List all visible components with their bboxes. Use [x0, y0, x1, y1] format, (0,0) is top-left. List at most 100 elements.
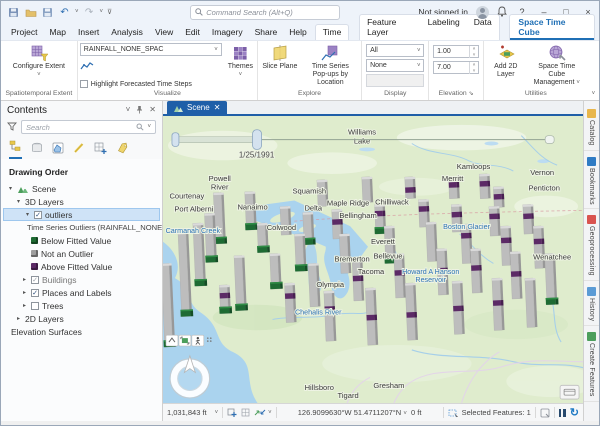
- tab-data-source[interactable]: [31, 142, 43, 159]
- dock-tab-geoprocessing[interactable]: Geoprocessing: [584, 211, 599, 281]
- expander-icon[interactable]: ▸: [21, 276, 28, 283]
- spacetime-bar[interactable]: [284, 283, 296, 323]
- undo-dropdown-icon[interactable]: ˅: [75, 9, 79, 15]
- places-checkbox[interactable]: ✓: [31, 289, 39, 297]
- spacetime-bar[interactable]: [470, 248, 482, 293]
- coordinates-readout[interactable]: 126.9099630°W 51.4711207°N ˅ 0 ft: [281, 408, 439, 417]
- tab-space-time-cube[interactable]: Space Time Cube: [509, 14, 595, 40]
- spacetime-bar[interactable]: [523, 204, 535, 234]
- display-combo-none[interactable]: None˅: [366, 59, 424, 72]
- redo-dropdown-icon[interactable]: ˅: [100, 9, 104, 15]
- ribbon-collapse-icon[interactable]: ˅: [592, 91, 596, 97]
- tab-snapping[interactable]: [94, 142, 107, 159]
- save-icon[interactable]: [7, 6, 20, 19]
- refresh-icon[interactable]: ↻: [570, 406, 579, 419]
- expander-icon[interactable]: ▸: [21, 289, 28, 296]
- highlight-forecasted-checkbox[interactable]: Highlight Forecasted Time Steps: [80, 80, 222, 88]
- search-options-chevron-icon[interactable]: ˅: [147, 124, 151, 130]
- filter-icon[interactable]: [7, 122, 17, 133]
- tab-selection[interactable]: [52, 142, 64, 159]
- contents-search-input[interactable]: Search ˅: [21, 120, 156, 134]
- menu-tab-view[interactable]: View: [149, 25, 179, 40]
- menu-tab-share[interactable]: Share: [249, 25, 284, 40]
- menu-tab-analysis[interactable]: Analysis: [105, 25, 149, 40]
- expander-icon[interactable]: ▸: [15, 315, 22, 322]
- stc-management-button[interactable]: Space Time Cube Management ˅: [528, 43, 586, 88]
- dialog-launcher-icon[interactable]: ⇘: [469, 91, 474, 97]
- menu-tab-imagery[interactable]: Imagery: [206, 25, 249, 40]
- spacetime-bar[interactable]: [479, 174, 490, 199]
- scene-tab-close-icon[interactable]: ✕: [214, 103, 221, 112]
- attributes-icon[interactable]: [540, 408, 550, 418]
- scene-view[interactable]: WilliamsLakeKamloopsMerrittVernonPentict…: [163, 116, 583, 403]
- buildings-checkbox[interactable]: ✓: [31, 276, 39, 284]
- tree-item-outliers[interactable]: ▾ ✓ outliers: [3, 208, 160, 221]
- map-canvas[interactable]: WilliamsLakeKamloopsMerrittVernonPentict…: [163, 116, 583, 403]
- spacetime-bar[interactable]: [489, 206, 501, 236]
- spacetime-bar[interactable]: [533, 226, 545, 269]
- undo-icon[interactable]: ↶: [58, 6, 71, 19]
- redo-icon[interactable]: ↷: [83, 6, 96, 19]
- dock-tab-create-features[interactable]: Create Features: [584, 328, 599, 402]
- dock-tab-bookmarks[interactable]: Bookmarks: [584, 153, 599, 210]
- themes-button[interactable]: Themes˅: [226, 43, 255, 80]
- tree-item-3d-layers[interactable]: ▾ 3D Layers: [1, 195, 162, 208]
- spacetime-bar[interactable]: [352, 258, 364, 301]
- panel-close-icon[interactable]: ✕: [149, 105, 156, 116]
- trees-checkbox[interactable]: [31, 302, 39, 310]
- add-bookmark-icon[interactable]: [227, 408, 237, 418]
- nav-expand-button[interactable]: [166, 335, 178, 346]
- menu-tab-map[interactable]: Map: [43, 25, 72, 40]
- tab-labeling[interactable]: [116, 142, 129, 159]
- spacetime-bar[interactable]: [493, 187, 504, 208]
- slice-plane-button[interactable]: Slice Plane: [260, 43, 300, 72]
- open-project-icon[interactable]: [24, 6, 37, 19]
- contextual-tab-feature-layer[interactable]: Feature Layer: [360, 15, 421, 40]
- outliers-checkbox[interactable]: ✓: [34, 211, 42, 219]
- account-avatar[interactable]: [476, 6, 489, 19]
- tree-item-elevation-surfaces[interactable]: Elevation Surfaces: [1, 325, 162, 338]
- contextual-tab-labeling[interactable]: Labeling: [421, 15, 467, 40]
- expander-icon[interactable]: ▾: [24, 211, 31, 218]
- tree-item-2d-layers[interactable]: ▸ 2D Layers: [1, 312, 162, 325]
- time-series-popups-button[interactable]: Time Series Pop-ups by Location: [302, 43, 359, 88]
- selected-features-indicator[interactable]: Selected Features: 1: [448, 408, 531, 418]
- tree-item-buildings[interactable]: ▸ ✓ Buildings: [1, 273, 162, 286]
- popup-dock-button[interactable]: [560, 385, 579, 399]
- add-2d-layer-button[interactable]: Add 2D Layer: [486, 43, 526, 80]
- menu-tab-help[interactable]: Help: [283, 25, 312, 40]
- expander-icon[interactable]: ▸: [21, 302, 28, 309]
- snap-toggle-icon[interactable]: ˅: [254, 408, 272, 417]
- spacetime-bar[interactable]: [525, 278, 538, 328]
- qat-customize-icon[interactable]: ⊽: [107, 8, 112, 16]
- tab-editing[interactable]: [73, 142, 85, 159]
- time-slider-start-handle[interactable]: [172, 133, 179, 147]
- spacetime-bar[interactable]: [510, 251, 522, 299]
- configure-extent-button[interactable]: Configure Extent˅: [11, 43, 67, 80]
- variable-dropdown[interactable]: RAINFALL_NONE_SPAC˅: [80, 43, 222, 56]
- save-project-icon[interactable]: [41, 6, 54, 19]
- menu-tab-insert[interactable]: Insert: [72, 25, 105, 40]
- command-search-input[interactable]: Command Search (Alt+Q): [190, 5, 340, 20]
- tab-time[interactable]: Time: [315, 24, 350, 40]
- spacetime-bar[interactable]: [426, 222, 438, 262]
- display-combo-all[interactable]: All˅: [366, 44, 424, 57]
- tree-item-trees[interactable]: ▸ Trees: [1, 299, 162, 312]
- menu-tab-project[interactable]: Project: [5, 25, 43, 40]
- map-scale-select[interactable]: 1,031,843 ft˅: [167, 408, 218, 417]
- dock-tab-history[interactable]: History: [584, 283, 599, 326]
- scene-view-tab[interactable]: Scene ✕: [167, 101, 227, 114]
- panel-options-chevron-icon[interactable]: ˅: [126, 105, 131, 116]
- menu-tab-edit[interactable]: Edit: [179, 25, 206, 40]
- spacetime-bar[interactable]: [405, 177, 416, 199]
- time-slider-range[interactable]: [177, 137, 257, 143]
- tree-item-scene[interactable]: ▾ Scene: [1, 182, 162, 195]
- pin-icon[interactable]: [136, 105, 143, 116]
- tab-drawing-order[interactable]: [9, 140, 22, 159]
- base-height-spinner[interactable]: 7.00˄˅: [433, 61, 479, 74]
- contextual-tab-data[interactable]: Data: [467, 15, 499, 40]
- time-slider-end-cap[interactable]: [545, 136, 554, 144]
- expander-icon[interactable]: ▾: [7, 185, 14, 192]
- time-series-chart-icon[interactable]: [80, 58, 222, 76]
- pause-drawing-icon[interactable]: [559, 409, 566, 417]
